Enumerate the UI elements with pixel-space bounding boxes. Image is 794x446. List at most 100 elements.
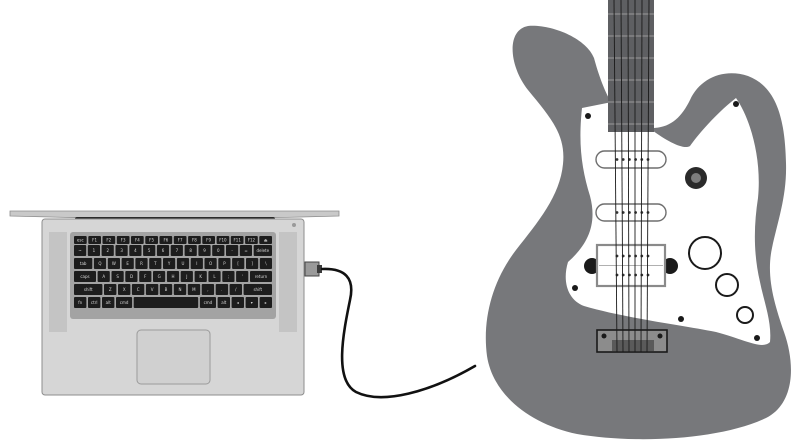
key-label: B bbox=[165, 287, 168, 292]
key: ' bbox=[236, 271, 249, 282]
key-label: cmd bbox=[204, 300, 213, 305]
key-label: G bbox=[158, 274, 161, 279]
key: F bbox=[139, 271, 152, 282]
key: delete bbox=[253, 245, 272, 256]
key-label: ▸ bbox=[265, 300, 267, 305]
key-label: H bbox=[171, 274, 174, 279]
key: 8 bbox=[184, 245, 197, 256]
key-label: 8 bbox=[189, 248, 192, 253]
key-label: R bbox=[140, 261, 143, 266]
usb-cable bbox=[320, 267, 477, 399]
power-button bbox=[292, 223, 296, 227]
key: E bbox=[121, 258, 134, 269]
key: / bbox=[229, 284, 242, 295]
key: O bbox=[204, 258, 217, 269]
key: P bbox=[218, 258, 231, 269]
key: Q bbox=[93, 258, 107, 269]
key: I bbox=[190, 258, 203, 269]
key: Y bbox=[163, 258, 176, 269]
key-label: W bbox=[112, 261, 116, 266]
key: F4 bbox=[131, 236, 144, 244]
key-label: F7 bbox=[178, 238, 183, 243]
key: T bbox=[149, 258, 162, 269]
key: cmd bbox=[199, 297, 216, 308]
key: ▸ bbox=[259, 297, 272, 308]
key-label: 1 bbox=[93, 248, 96, 253]
key: return bbox=[250, 271, 272, 282]
key-label: F12 bbox=[248, 238, 256, 243]
key: A bbox=[97, 271, 110, 282]
key-label: ctrl bbox=[91, 300, 98, 305]
key-label: ▾ bbox=[251, 300, 253, 305]
key-label: N bbox=[179, 287, 182, 292]
key: D bbox=[125, 271, 138, 282]
electric-guitar bbox=[485, 0, 791, 440]
key-label: = bbox=[244, 248, 247, 253]
key-label: F1 bbox=[92, 238, 97, 243]
key-label: alt bbox=[106, 300, 112, 305]
key: ; bbox=[222, 271, 235, 282]
trackpad bbox=[136, 329, 211, 385]
key: B bbox=[159, 284, 173, 295]
key-label: 5 bbox=[148, 248, 151, 253]
key-label: O bbox=[209, 261, 212, 266]
key: 6 bbox=[156, 245, 170, 256]
key: X bbox=[118, 284, 131, 295]
speaker-grille-right bbox=[279, 232, 297, 332]
key: 7 bbox=[170, 245, 183, 256]
key: alt bbox=[217, 297, 230, 308]
key: V bbox=[145, 284, 159, 295]
key-label: F6 bbox=[163, 238, 168, 243]
pickup-selector-cap bbox=[691, 173, 701, 183]
key-label: K bbox=[199, 274, 202, 279]
key: K bbox=[194, 271, 207, 282]
middle-pickup bbox=[595, 203, 667, 222]
key-label: 9 bbox=[203, 248, 206, 253]
key: 9 bbox=[198, 245, 211, 256]
key: 3 bbox=[115, 245, 128, 256]
key-label: 6 bbox=[162, 248, 165, 253]
key-label: shift bbox=[84, 287, 93, 292]
screw bbox=[733, 101, 739, 107]
key-label: C bbox=[137, 287, 140, 292]
key: esc bbox=[74, 236, 87, 244]
key: \ bbox=[259, 258, 272, 269]
key-label: F4 bbox=[135, 238, 140, 243]
key: ] bbox=[246, 258, 259, 269]
key: F8 bbox=[188, 236, 201, 244]
key: ctrl bbox=[88, 297, 101, 308]
key-label: ~ bbox=[78, 248, 81, 253]
key: N bbox=[173, 284, 187, 295]
key-label: F2 bbox=[106, 238, 111, 243]
key-label: F10 bbox=[219, 238, 227, 243]
key-label: F8 bbox=[192, 238, 197, 243]
key: J bbox=[180, 271, 193, 282]
key: tab bbox=[74, 258, 93, 269]
key-label: F5 bbox=[149, 238, 154, 243]
key: F5 bbox=[145, 236, 158, 244]
key-label: return bbox=[255, 274, 268, 279]
key: F12 bbox=[245, 236, 258, 244]
key-label: caps bbox=[80, 274, 89, 279]
tone-knob-1 bbox=[715, 273, 739, 297]
key: cmd bbox=[116, 297, 133, 308]
key: 0 bbox=[212, 245, 225, 256]
key: fn bbox=[74, 297, 87, 308]
key-label: D bbox=[130, 274, 133, 279]
key: F9 bbox=[202, 236, 215, 244]
key-label: J bbox=[185, 274, 187, 279]
key: ⏏ bbox=[259, 236, 272, 244]
key-label: ⏏ bbox=[264, 238, 268, 243]
key-label: M bbox=[192, 287, 196, 292]
key: F11 bbox=[230, 236, 244, 244]
key: G bbox=[153, 271, 166, 282]
bridge-saddles bbox=[612, 340, 654, 351]
screw bbox=[572, 285, 578, 291]
key-label: Q bbox=[98, 261, 101, 266]
speaker-grille-left bbox=[49, 232, 67, 332]
key: F3 bbox=[116, 236, 130, 244]
key-label: alt bbox=[221, 300, 227, 305]
key-label: 4 bbox=[134, 248, 137, 253]
key-label: Z bbox=[109, 287, 112, 292]
pole-piece bbox=[615, 158, 619, 161]
